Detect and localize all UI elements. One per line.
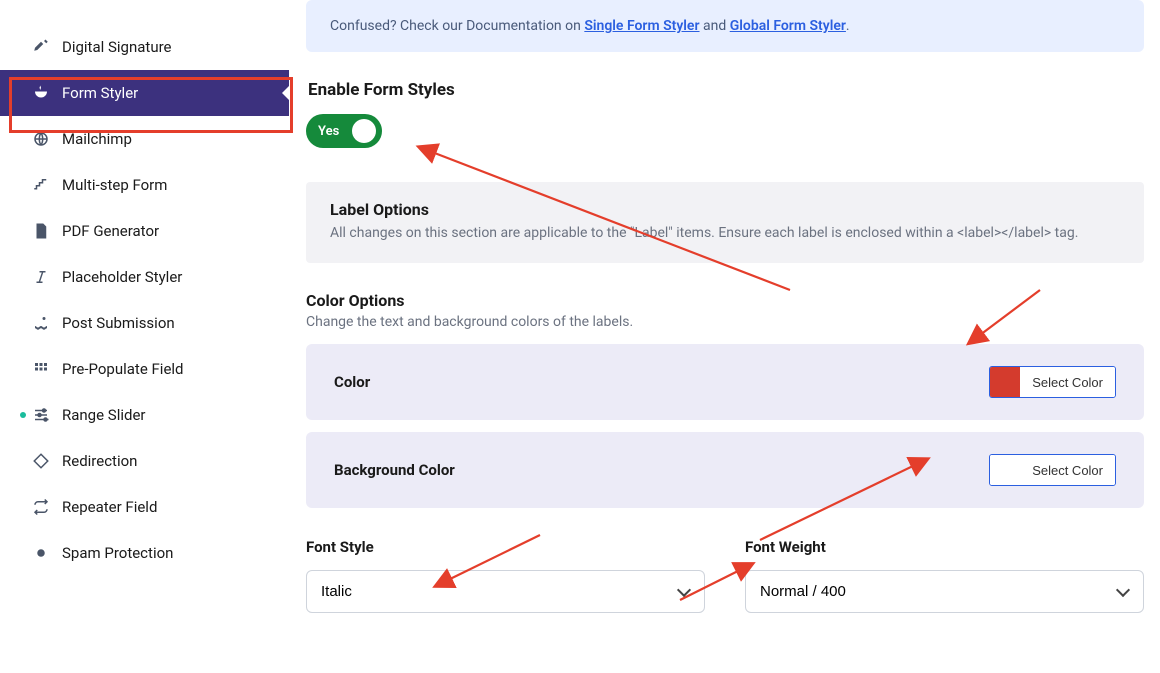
toggle-knob: [352, 119, 376, 143]
info-text-mid: and: [703, 18, 730, 34]
font-row: Font Style Italic Font Weight Normal / 4…: [306, 538, 1144, 613]
signature-icon: [32, 38, 50, 56]
swimmer-icon: [32, 314, 50, 332]
sidebar-item-label: Form Styler: [62, 84, 138, 102]
info-link-single[interactable]: Single Form Styler: [584, 18, 699, 34]
font-style-select[interactable]: Italic: [306, 570, 705, 613]
main-content: Confused? Check our Documentation on Sin…: [290, 0, 1160, 673]
sidebar-item-label: Repeater Field: [62, 498, 157, 516]
color-label: Color: [334, 373, 370, 391]
bg-color-label: Background Color: [334, 461, 455, 479]
color-options-desc: Change the text and background colors of…: [306, 314, 1144, 330]
font-style-label: Font Style: [306, 538, 705, 556]
enable-toggle[interactable]: Yes: [306, 114, 382, 148]
sidebar-item-redirection[interactable]: Redirection: [0, 438, 289, 484]
sidebar-item-label: Post Submission: [62, 314, 175, 332]
sidebar-item-repeater[interactable]: Repeater Field: [0, 484, 289, 530]
sidebar-item-post-submission[interactable]: Post Submission: [0, 300, 289, 346]
label-options-desc: All changes on this section are applicab…: [330, 225, 1120, 241]
sidebar-item-label: Spam Protection: [62, 544, 173, 562]
pdf-icon: [32, 222, 50, 240]
font-style-col: Font Style Italic: [306, 538, 705, 613]
sidebar-item-label: Digital Signature: [62, 38, 172, 56]
repeat-icon: [32, 498, 50, 516]
info-link-global[interactable]: Global Form Styler: [730, 18, 846, 34]
toggle-label: Yes: [318, 124, 339, 139]
sidebar-item-digital-signature[interactable]: Digital Signature: [0, 24, 289, 70]
select-bg-color-button[interactable]: Select Color: [1020, 455, 1115, 485]
color-picker-bg[interactable]: Select Color: [989, 454, 1116, 486]
color-picker-text[interactable]: Select Color: [989, 366, 1116, 398]
info-banner: Confused? Check our Documentation on Sin…: [306, 0, 1144, 52]
sidebar-item-form-styler[interactable]: Form Styler: [0, 70, 289, 116]
color-row-background: Background Color Select Color: [306, 432, 1144, 508]
sidebar-item-label: Redirection: [62, 452, 137, 470]
grid-icon: [32, 360, 50, 378]
sidebar-item-mailchimp[interactable]: Mailchimp: [0, 116, 289, 162]
color-row-text: Color Select Color: [306, 344, 1144, 420]
font-weight-col: Font Weight Normal / 400: [745, 538, 1144, 613]
bowl-icon: [32, 84, 50, 102]
sidebar-item-label: PDF Generator: [62, 222, 159, 240]
sidebar-item-placeholder[interactable]: Placeholder Styler: [0, 254, 289, 300]
sidebar-item-multistep[interactable]: Multi-step Form: [0, 162, 289, 208]
color-swatch: [990, 367, 1020, 397]
sidebar-item-prepopulate[interactable]: Pre-Populate Field: [0, 346, 289, 392]
italic-icon: [32, 268, 50, 286]
sidebar-item-label: Pre-Populate Field: [62, 360, 184, 378]
color-options-title: Color Options: [306, 291, 1144, 310]
label-options-panel: Label Options All changes on this sectio…: [306, 182, 1144, 263]
globe-icon: [32, 130, 50, 148]
diamond-icon: [32, 452, 50, 470]
label-options-title: Label Options: [330, 200, 1120, 219]
active-dot-icon: [20, 412, 26, 418]
color-options-section: Color Options Change the text and backgr…: [306, 291, 1144, 508]
sidebar-item-label: Placeholder Styler: [62, 268, 182, 286]
sidebar-item-label: Range Slider: [62, 406, 145, 424]
sidebar-item-label: Mailchimp: [62, 130, 132, 148]
sidebar-item-label: Multi-step Form: [62, 176, 167, 194]
sidebar: Digital Signature Form Styler Mailchimp …: [0, 0, 290, 673]
info-text-suffix: .: [846, 18, 850, 34]
steps-icon: [32, 176, 50, 194]
sliders-icon: [32, 406, 50, 424]
color-swatch-empty: [990, 455, 1020, 485]
info-text-prefix: Confused? Check our Documentation on: [330, 18, 584, 34]
enable-form-styles-title: Enable Form Styles: [308, 80, 1144, 100]
sidebar-item-spam[interactable]: Spam Protection: [0, 530, 289, 576]
select-color-button[interactable]: Select Color: [1020, 367, 1115, 397]
font-weight-label: Font Weight: [745, 538, 1144, 556]
sidebar-item-range-slider[interactable]: Range Slider: [0, 392, 289, 438]
sidebar-item-pdf[interactable]: PDF Generator: [0, 208, 289, 254]
bug-icon: [32, 544, 50, 562]
font-weight-select[interactable]: Normal / 400: [745, 570, 1144, 613]
